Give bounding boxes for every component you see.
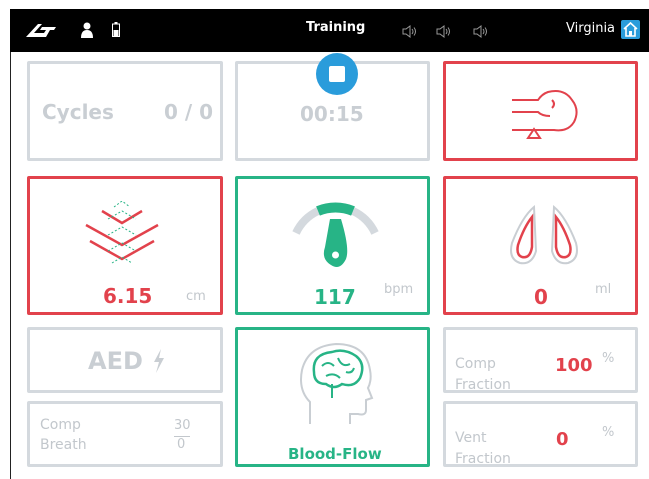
vent-fraction-label-line2: Fraction — [455, 451, 511, 467]
compression-depth-value: 6.15 — [103, 284, 153, 308]
battery-icon — [112, 22, 120, 41]
cycles-label: Cycles — [42, 100, 114, 124]
compression-depth-unit: cm — [186, 289, 206, 304]
compression-rate-tile[interactable]: 117 bpm — [235, 176, 430, 315]
top-bar: Training Virginia — [10, 9, 649, 52]
vent-fraction-tile: Vent Fraction 0 % — [443, 401, 638, 467]
blood-flow-tile[interactable]: Blood-Flow — [235, 327, 430, 467]
aed-label: AED — [88, 347, 143, 375]
speaker-icon[interactable] — [436, 23, 452, 42]
timer-value: 00:15 — [300, 102, 364, 126]
vent-fraction-value: 0 — [556, 429, 569, 450]
stop-button[interactable] — [316, 53, 358, 95]
aed-tile[interactable]: AED — [27, 327, 223, 393]
compression-rate-unit: bpm — [384, 282, 414, 297]
breath-count-value: 0 — [177, 437, 186, 452]
compression-depth-tile[interactable]: 6.15 cm — [27, 176, 223, 315]
comp-breath-label-line2: Breath — [40, 437, 87, 453]
comp-fraction-label-line1: Comp — [455, 356, 496, 372]
brain-head-icon — [296, 340, 376, 429]
ventilation-volume-unit: ml — [595, 282, 612, 297]
comp-breath-tile: Comp Breath 30 0 — [27, 401, 223, 467]
comp-fraction-unit: % — [602, 351, 615, 366]
vent-fraction-unit: % — [602, 425, 615, 440]
airway-tile[interactable] — [443, 61, 638, 161]
compression-rate-value: 117 — [314, 285, 356, 309]
logo-icon — [24, 21, 58, 43]
home-icon[interactable] — [621, 20, 640, 39]
user-name[interactable]: Virginia — [566, 21, 615, 36]
mode-title: Training — [306, 20, 366, 35]
speaker-icon[interactable] — [473, 23, 489, 42]
speaker-icon[interactable] — [402, 23, 418, 42]
blood-flow-label: Blood-Flow — [288, 445, 382, 463]
comp-fraction-label-line2: Fraction — [455, 377, 511, 393]
comp-fraction-tile: Comp Fraction 100 % — [443, 327, 638, 393]
lungs-icon — [504, 199, 584, 273]
ventilation-tile[interactable]: 0 ml — [443, 176, 638, 315]
stop-icon — [329, 66, 345, 82]
rate-gauge-icon — [288, 201, 383, 280]
comp-count-value: 30 — [174, 418, 191, 433]
person-icon[interactable] — [80, 22, 94, 42]
lightning-icon — [152, 349, 166, 377]
vent-fraction-label-line1: Vent — [455, 430, 487, 446]
cycles-tile: Cycles 0 / 0 — [27, 61, 223, 161]
airway-head-icon — [508, 82, 584, 146]
cycles-value: 0 / 0 — [164, 100, 214, 124]
comp-breath-label-line1: Comp — [40, 417, 81, 433]
compression-chevron-icon — [78, 200, 168, 275]
comp-fraction-value: 100 — [555, 355, 593, 376]
ventilation-volume-value: 0 — [534, 285, 548, 309]
